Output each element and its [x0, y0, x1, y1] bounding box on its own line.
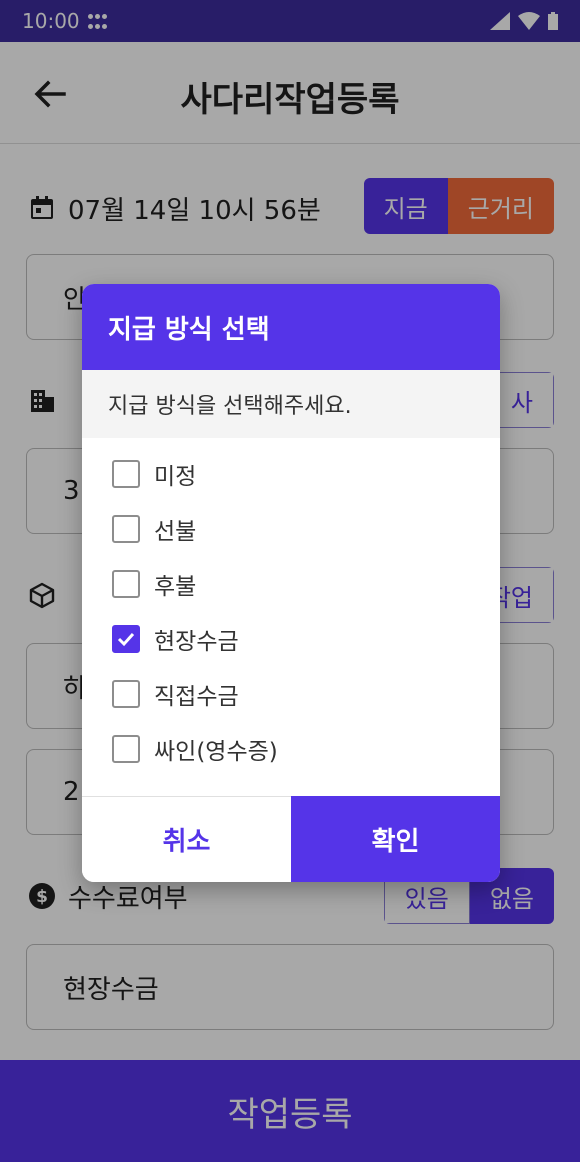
option-item[interactable]: 현장수금 [82, 611, 500, 666]
option-label: 선불 [154, 518, 197, 545]
checkbox[interactable] [112, 459, 140, 488]
option-item[interactable]: 미정 [82, 446, 500, 501]
checkbox[interactable] [112, 734, 140, 763]
checkbox[interactable] [112, 679, 140, 708]
option-label: 현장수금 [154, 628, 239, 655]
option-list: 미정 선불 후불 현장수금 직접수금 싸인(영수증) [82, 438, 500, 776]
cancel-button[interactable]: 취소 [82, 796, 291, 882]
option-label: 직접수금 [154, 683, 239, 710]
option-item[interactable]: 싸인(영수증) [82, 721, 500, 776]
checkbox[interactable] [112, 569, 140, 598]
dialog-title: 지급 방식 선택 [82, 284, 500, 370]
dialog-subtitle: 지급 방식을 선택해주세요. [82, 370, 500, 438]
check-icon [117, 632, 135, 646]
option-item[interactable]: 후불 [82, 556, 500, 611]
option-item[interactable]: 선불 [82, 501, 500, 556]
option-item[interactable]: 직접수금 [82, 666, 500, 721]
dialog-actions: 취소 확인 [82, 796, 500, 882]
payment-method-dialog: 지급 방식 선택 지급 방식을 선택해주세요. 미정 선불 후불 현장수금 직접… [82, 284, 500, 882]
option-label: 싸인(영수증) [154, 738, 278, 765]
option-label: 후불 [154, 573, 197, 600]
confirm-button[interactable]: 확인 [291, 796, 500, 882]
checkbox[interactable] [112, 624, 140, 653]
checkbox[interactable] [112, 514, 140, 543]
option-label: 미정 [154, 463, 197, 490]
